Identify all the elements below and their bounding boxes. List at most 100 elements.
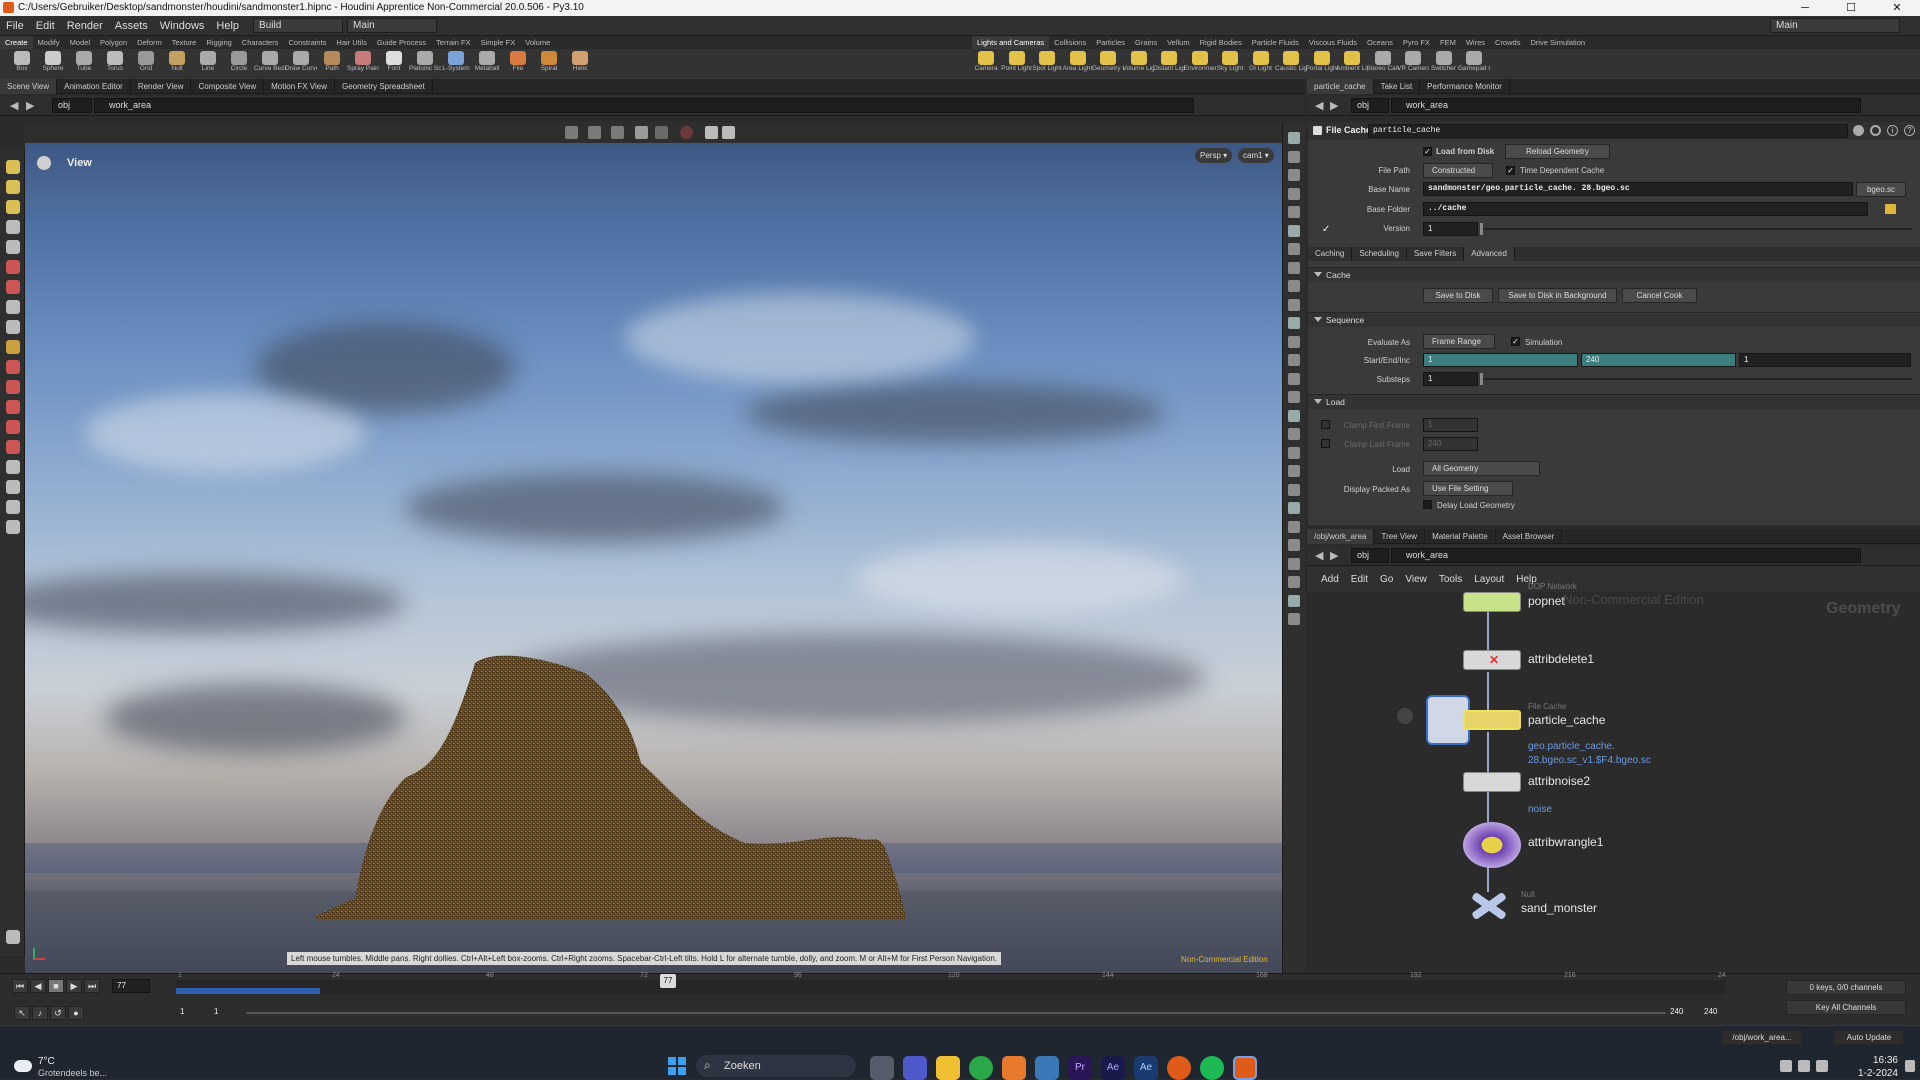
jump-end-button[interactable]: ⏭: [84, 979, 100, 993]
view-menu-icon[interactable]: [37, 156, 51, 170]
cache-section-header[interactable]: Cache: [1308, 267, 1920, 282]
shelf-tool[interactable]: Circle: [223, 49, 255, 79]
display-tool-icon[interactable]: [1288, 169, 1300, 181]
battery-icon[interactable]: [1816, 1060, 1828, 1072]
snap-mult-icon[interactable]: [655, 126, 668, 139]
network-editor[interactable]: Non-Commercial Edition Geometry: [1308, 592, 1920, 973]
node-name-particle-cache[interactable]: particle_cache: [1528, 713, 1605, 727]
spotify-icon[interactable]: [1200, 1056, 1224, 1080]
shelf-tab[interactable]: Particles: [1091, 36, 1130, 49]
display-tool-icon[interactable]: [1288, 354, 1300, 366]
clock-date[interactable]: 1-2-2024: [1848, 1068, 1898, 1079]
delay-load-checkbox[interactable]: [1423, 500, 1432, 509]
shelf-tool[interactable]: Platonic Solids: [409, 49, 441, 79]
load-section-header[interactable]: Load: [1308, 394, 1920, 409]
pane-tab[interactable]: Take List: [1374, 78, 1421, 94]
shelf-tool[interactable]: GI Light: [1245, 49, 1277, 79]
display-tool-icon[interactable]: [1288, 539, 1300, 551]
shelf-tool[interactable]: Sphere: [37, 49, 69, 79]
start-frame-field[interactable]: 1: [1423, 353, 1578, 367]
desktop-select-2[interactable]: Main: [347, 18, 438, 33]
display-tool-icon[interactable]: [1288, 317, 1300, 329]
version-field[interactable]: 1: [1423, 222, 1478, 236]
pane-tab[interactable]: Performance Monitor: [1420, 78, 1510, 94]
menu-help[interactable]: Help: [210, 16, 245, 36]
display-tool-icon[interactable]: [1288, 206, 1300, 218]
right-desktop-select[interactable]: Main: [1770, 18, 1900, 33]
network-menu-item[interactable]: Go: [1374, 574, 1399, 585]
weather-cloud-icon[interactable]: [14, 1060, 32, 1072]
left-tool-icon[interactable]: [6, 440, 20, 454]
pane-tab[interactable]: /obj/work_area: [1307, 528, 1375, 544]
snapshot-icon[interactable]: [722, 126, 735, 139]
network-menu-item[interactable]: Layout: [1468, 574, 1510, 585]
shelf-tool[interactable]: Sky Light: [1214, 49, 1246, 79]
version-slider-handle[interactable]: [1480, 223, 1483, 235]
display-tool-icon[interactable]: [1288, 483, 1300, 496]
substeps-slider[interactable]: [1480, 378, 1912, 380]
param-subtab[interactable]: Scheduling: [1352, 247, 1407, 261]
shelf-tab[interactable]: Crowds: [1490, 36, 1525, 49]
display-tool-icon[interactable]: [1288, 557, 1300, 570]
shelf-tool[interactable]: Torus: [99, 49, 131, 79]
simulation-checkbox[interactable]: ✓: [1511, 337, 1520, 346]
frame-marker[interactable]: 77: [660, 974, 676, 988]
display-tool-icon[interactable]: [1288, 261, 1300, 274]
increment-field[interactable]: 1: [1739, 353, 1911, 367]
save-to-disk-button[interactable]: Save to Disk: [1423, 288, 1493, 303]
menu-edit[interactable]: Edit: [30, 16, 61, 36]
shelf-tool[interactable]: Environment Light: [1184, 49, 1216, 79]
windows-start-icon[interactable]: [668, 1057, 686, 1075]
display-tool-icon[interactable]: [1288, 132, 1300, 144]
current-frame-field[interactable]: 77: [112, 979, 150, 993]
path-node[interactable]: work_area: [1391, 98, 1861, 113]
shelf-tool[interactable]: Helix: [564, 49, 596, 79]
snap-point-icon[interactable]: [635, 126, 648, 139]
extension-menu[interactable]: bgeo.sc: [1856, 182, 1906, 197]
substeps-field[interactable]: 1: [1423, 372, 1478, 386]
close-button[interactable]: ✕: [1874, 0, 1920, 16]
blender-icon[interactable]: [1002, 1056, 1026, 1080]
pane-tab[interactable]: Asset Browser: [1496, 528, 1563, 544]
shelf-tool[interactable]: Stereo Camera: [1367, 49, 1399, 79]
network-path-status[interactable]: /obj/work_area...: [1722, 1030, 1802, 1045]
weather-description[interactable]: Grotendeels be...: [38, 1068, 107, 1078]
evaluate-as-menu[interactable]: Frame Range: [1423, 334, 1495, 349]
range-start-field-2[interactable]: 1: [210, 1006, 240, 1020]
shelf-tool[interactable]: Point Light: [1001, 49, 1033, 79]
pane-tab[interactable]: Tree View: [1374, 528, 1426, 544]
path-root[interactable]: obj: [1351, 548, 1389, 563]
houdini-launcher-icon[interactable]: [1167, 1056, 1191, 1080]
shelf-tool[interactable]: Spray Paint: [347, 49, 379, 79]
shelf-tab[interactable]: Vellum: [1162, 36, 1195, 49]
network-menu-item[interactable]: Edit: [1345, 574, 1374, 585]
back-arrow-icon[interactable]: ◀: [1315, 99, 1323, 112]
load-from-disk-checkbox[interactable]: ✓: [1423, 147, 1432, 156]
left-tool-icon[interactable]: [6, 220, 20, 234]
cancel-cook-button[interactable]: Cancel Cook: [1622, 288, 1697, 303]
param-subtab[interactable]: Save Filters: [1407, 247, 1465, 261]
shelf-tab[interactable]: Hair Utils: [331, 36, 371, 49]
shelf-tool[interactable]: Font: [378, 49, 410, 79]
display-tool-icon[interactable]: [1288, 428, 1300, 440]
reload-geometry-button[interactable]: Reload Geometry: [1505, 144, 1610, 159]
display-tool-icon[interactable]: [1288, 502, 1300, 514]
substeps-slider-handle[interactable]: [1480, 373, 1483, 385]
left-tool-icon[interactable]: [6, 500, 20, 514]
shelf-tab[interactable]: Texture: [167, 36, 202, 49]
snap-icon[interactable]: [565, 126, 578, 139]
left-tool-icon[interactable]: [6, 160, 20, 174]
sequence-section-header[interactable]: Sequence: [1308, 312, 1920, 327]
display-tool-icon[interactable]: [1288, 298, 1300, 311]
shelf-tab[interactable]: Polygon: [95, 36, 132, 49]
pane-tab[interactable]: Material Palette: [1425, 528, 1496, 544]
param-subtab[interactable]: Advanced: [1464, 247, 1515, 261]
network-menu-item[interactable]: Add: [1315, 574, 1345, 585]
timeline-track[interactable]: [176, 980, 1726, 994]
node-name-field[interactable]: particle_cache: [1368, 124, 1848, 138]
shelf-tool[interactable]: Gamepad Camera: [1458, 49, 1490, 79]
display-tool-icon[interactable]: [1288, 187, 1300, 200]
shelf-tab[interactable]: Create: [0, 36, 33, 49]
left-tool-icon[interactable]: [6, 460, 20, 474]
shelf-tab[interactable]: Model: [65, 36, 95, 49]
